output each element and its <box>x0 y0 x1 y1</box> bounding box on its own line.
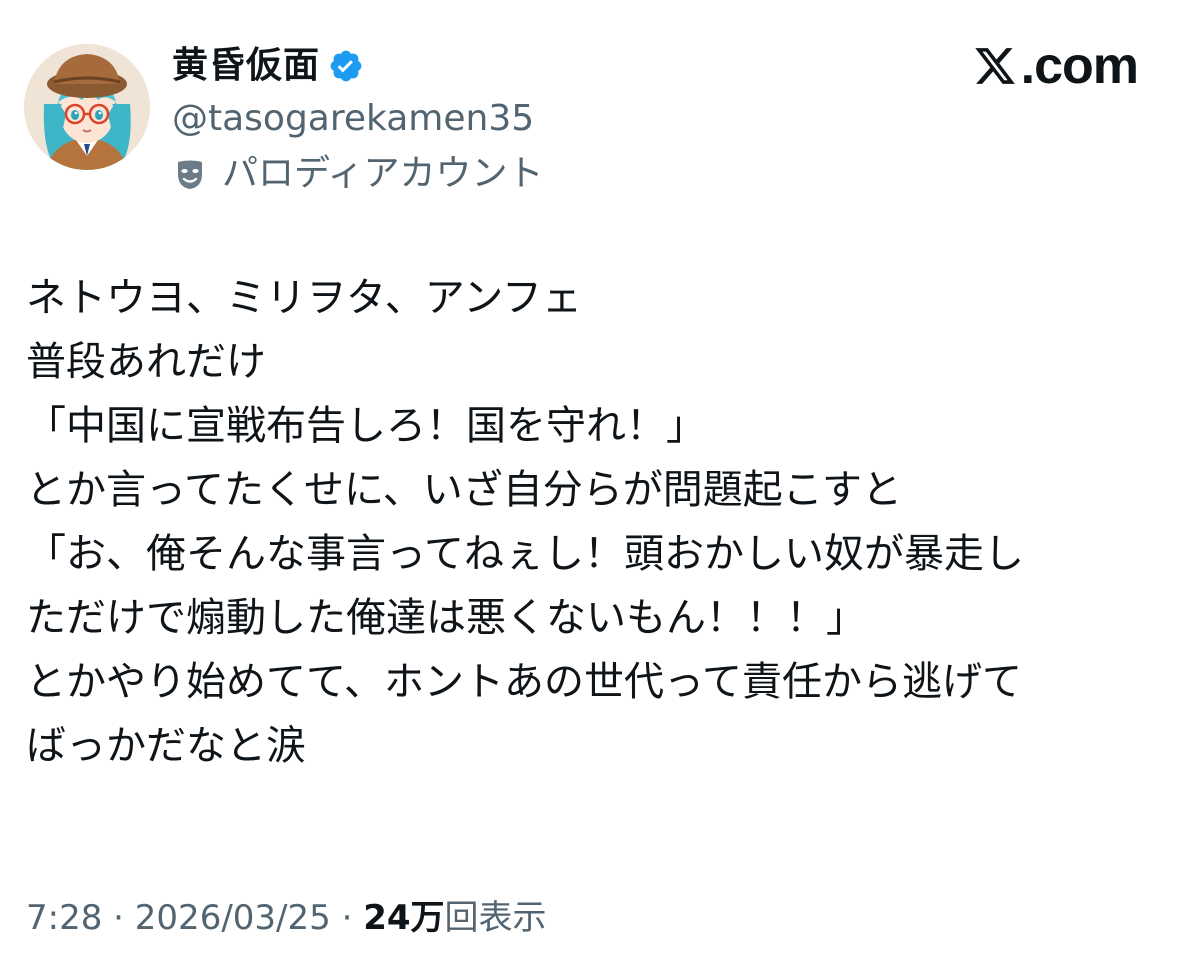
tweet-text: ネトウヨ、ミリヲタ、アンフェ 普段あれだけ 「中国に宣戦布告しろ！国を守れ！」 … <box>26 266 1176 778</box>
display-name[interactable]: 黄昏仮面 <box>172 40 320 92</box>
handle[interactable]: @tasogarekamen35 <box>172 94 543 144</box>
account-label-row: パロディアカウント <box>172 150 543 198</box>
account-label: パロディアカウント <box>222 153 544 194</box>
avatar[interactable] <box>24 44 150 170</box>
views-count: 24万 <box>363 898 445 938</box>
tweet-line: 「中国に宣戦布告しろ！国を守れ！」 <box>26 403 706 449</box>
tweet-line: 「お、俺そんな事言ってねぇし！頭おかしい奴が暴走し <box>26 531 1024 577</box>
x-logo-icon <box>973 44 1017 88</box>
brand-logo: .com <box>973 37 1139 95</box>
verified-badge-icon[interactable] <box>328 48 364 84</box>
tweet-time[interactable]: 7:28 <box>26 898 102 938</box>
meta-separator: · <box>102 898 135 938</box>
tweet-line: ネトウヨ、ミリヲタ、アンフェ <box>26 275 582 321</box>
author-info: 黄昏仮面 @tasogarekamen35 パロディアカウント <box>172 40 543 198</box>
tweet-line: ただけで煽動した俺達は悪くないもん！！！」 <box>26 595 866 641</box>
tweet-card: 黄昏仮面 @tasogarekamen35 パロディアカウント .com ネトウ… <box>0 0 1200 965</box>
brand-domain-text: .com <box>1020 37 1139 95</box>
tweet-meta: 7:28 · 2026/03/25 · 24万回表示 <box>26 890 547 946</box>
name-row: 黄昏仮面 <box>172 40 543 92</box>
tweet-line: 普段あれだけ <box>26 339 266 385</box>
tweet-line: とかやり始めてて、ホントあの世代って責任から逃げて <box>26 659 1022 705</box>
views-label: 回表示 <box>444 898 547 938</box>
tweet-line: とか言ってたくせに、いざ自分らが問題起こすと <box>26 467 902 513</box>
tweet-date[interactable]: 2026/03/25 <box>135 898 331 938</box>
meta-separator: · <box>330 898 364 938</box>
tweet-line: ばっかだなと涙 <box>26 723 306 769</box>
theater-mask-icon <box>172 156 208 192</box>
